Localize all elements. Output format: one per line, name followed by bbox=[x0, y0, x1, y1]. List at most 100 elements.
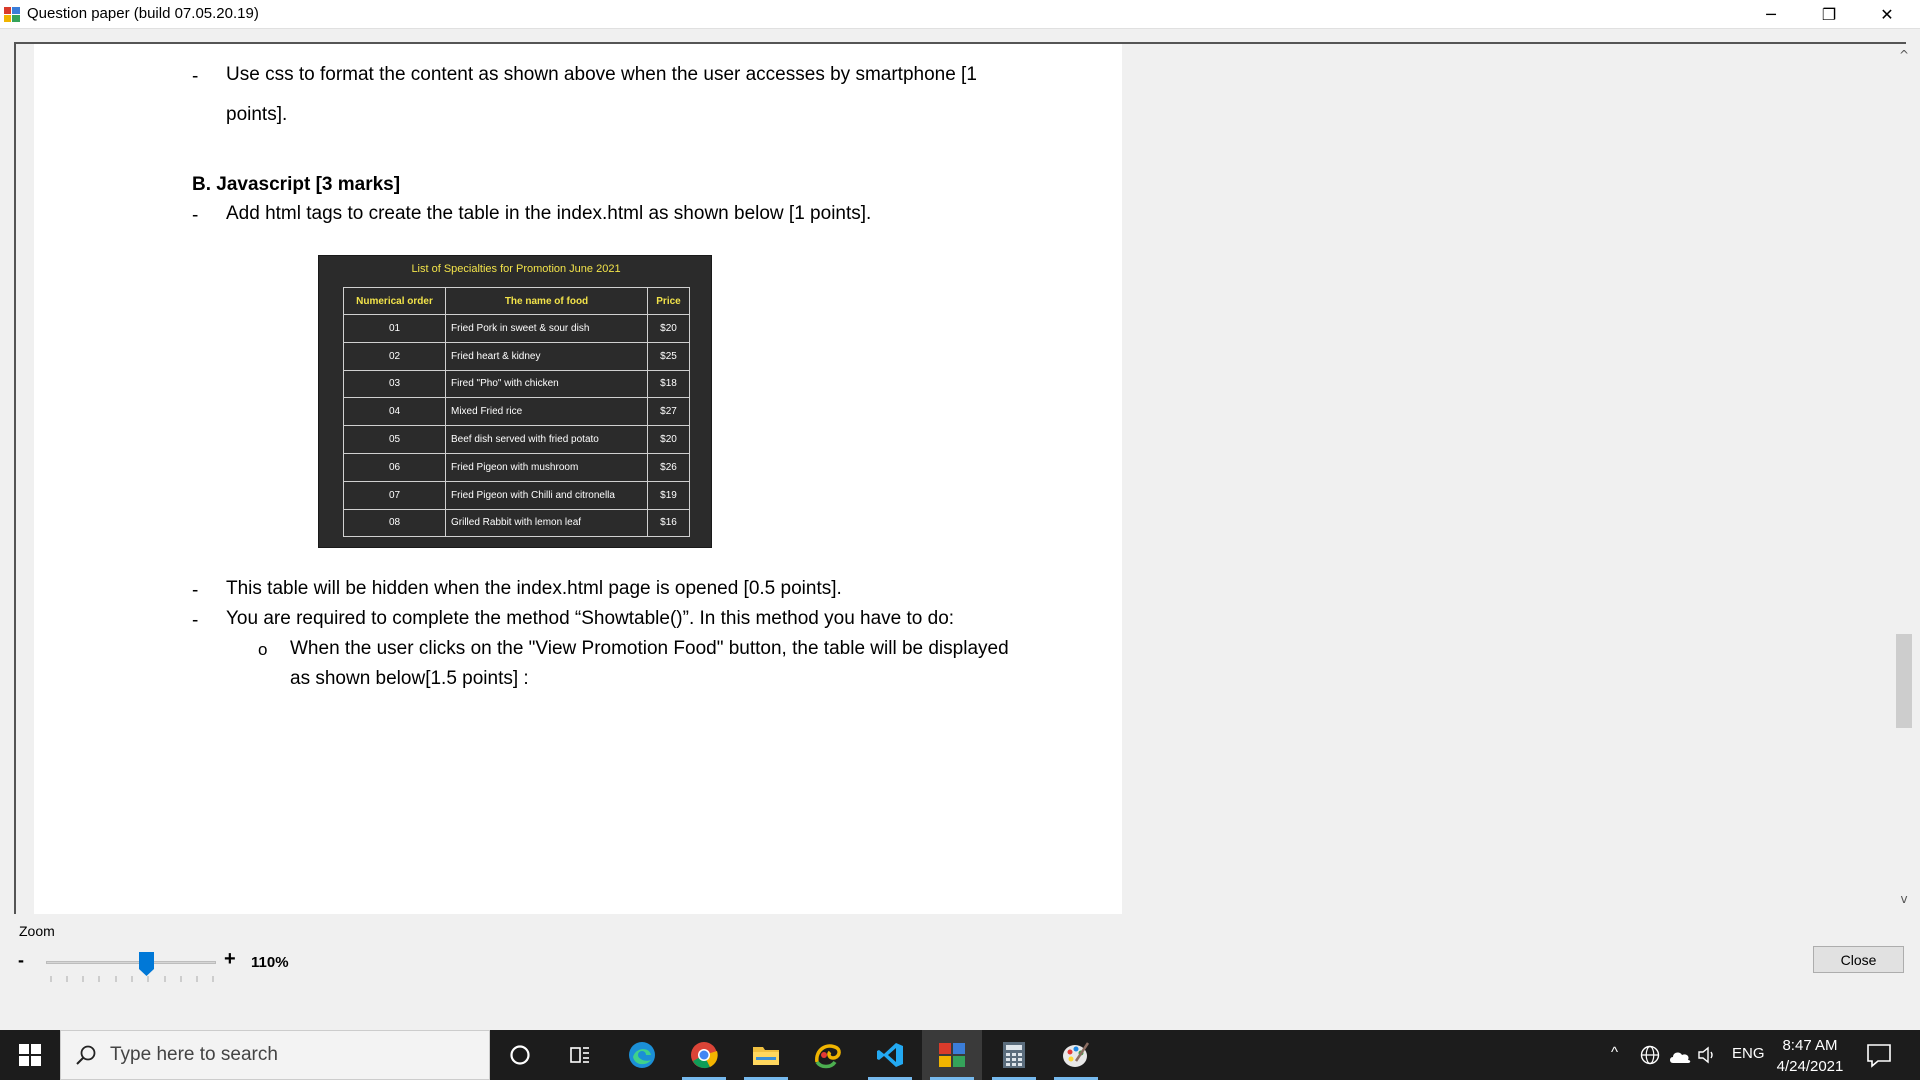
title-bar: Question paper (build 07.05.20.19) ─ ❐ ✕ bbox=[0, 0, 1920, 29]
windows-logo-icon bbox=[19, 1044, 41, 1066]
system-clock[interactable]: 8:47 AM 4/24/2021 bbox=[1760, 1035, 1860, 1077]
zoom-out-button[interactable]: - bbox=[18, 950, 24, 971]
cell-price: $20 bbox=[647, 314, 690, 343]
cell-price: $18 bbox=[647, 369, 690, 399]
cell-order: 01 bbox=[343, 314, 446, 343]
cell-food-name: Fried Pigeon with Chilli and citronella bbox=[445, 480, 648, 510]
zoom-slider-track[interactable] bbox=[46, 961, 216, 964]
paragraph-line: Use css to format the content as shown a… bbox=[226, 64, 977, 85]
zoom-label: Zoom bbox=[19, 923, 55, 939]
tray-overflow-icon[interactable]: ^ bbox=[1611, 1044, 1618, 1061]
cell-order: 05 bbox=[343, 425, 446, 454]
taskbar-app-file-explorer[interactable] bbox=[736, 1030, 796, 1080]
taskbar-app-question-paper[interactable] bbox=[922, 1030, 982, 1080]
task-view-button[interactable] bbox=[550, 1030, 610, 1080]
notification-icon[interactable] bbox=[1866, 1042, 1892, 1068]
cell-price: $27 bbox=[647, 397, 690, 427]
taskbar-app-paint[interactable] bbox=[1046, 1030, 1106, 1080]
table-row: 07 Fried Pigeon with Chilli and citronel… bbox=[343, 480, 690, 510]
bullet-dash: - bbox=[192, 66, 199, 87]
sub-bullet: o bbox=[258, 640, 268, 659]
taskbar: Type here to search ^ ENG 8:47 AM 4/24/2… bbox=[0, 1030, 1920, 1080]
section-heading: B. Javascript [3 marks] bbox=[192, 174, 401, 195]
cell-order: 06 bbox=[343, 452, 446, 482]
minimize-button[interactable]: ─ bbox=[1742, 0, 1800, 29]
scroll-thumb[interactable] bbox=[1896, 634, 1912, 728]
close-window-button[interactable]: ✕ bbox=[1858, 0, 1916, 29]
close-icon: ✕ bbox=[1880, 5, 1894, 24]
cell-price: $26 bbox=[647, 452, 690, 482]
bullet-dash: - bbox=[192, 205, 199, 226]
restore-button[interactable]: ❐ bbox=[1800, 0, 1858, 29]
cell-food-name: Mixed Fried rice bbox=[445, 397, 648, 427]
snagit-icon bbox=[815, 1044, 841, 1069]
chrome-icon bbox=[691, 1042, 718, 1069]
close-button[interactable]: Close bbox=[1813, 946, 1904, 973]
clock-date: 4/24/2021 bbox=[1776, 1058, 1844, 1075]
scroll-down-icon[interactable]: v bbox=[1894, 892, 1914, 906]
cell-price: $16 bbox=[647, 508, 690, 538]
network-globe-icon[interactable] bbox=[1640, 1045, 1660, 1065]
cortana-button[interactable] bbox=[490, 1030, 550, 1080]
clock-time: 8:47 AM bbox=[1782, 1037, 1838, 1054]
paragraph-line: as shown below[1.5 points] : bbox=[290, 668, 529, 689]
task-view-icon bbox=[570, 1047, 589, 1063]
cell-price: $19 bbox=[647, 480, 690, 510]
document-viewport[interactable]: - Use css to format the content as shown… bbox=[14, 42, 1914, 914]
taskbar-app-edge[interactable] bbox=[612, 1030, 672, 1080]
cell-order: 04 bbox=[343, 397, 446, 427]
cell-food-name: Fired "Pho" with chicken bbox=[445, 369, 648, 399]
zoom-slider-ticks bbox=[50, 976, 214, 982]
start-button[interactable] bbox=[0, 1030, 60, 1080]
paragraph-line: Add html tags to create the table in the… bbox=[226, 203, 872, 224]
table-row: 01 Fried Pork in sweet & sour dish $20 bbox=[343, 314, 690, 343]
cell-food-name: Beef dish served with fried potato bbox=[445, 425, 648, 454]
question-paper-icon bbox=[939, 1043, 965, 1067]
table-header-row: Numerical order The name of food Price bbox=[343, 287, 690, 315]
cell-food-name: Fried Pork in sweet & sour dish bbox=[445, 314, 648, 343]
table-figure: List of Specialties for Promotion June 2… bbox=[318, 255, 712, 548]
zoom-slider-thumb[interactable] bbox=[139, 952, 154, 976]
table-row: 05 Beef dish served with fried potato $2… bbox=[343, 425, 690, 454]
cell-food-name: Fried Pigeon with mushroom bbox=[445, 452, 648, 482]
minimize-icon: ─ bbox=[1766, 5, 1776, 24]
taskbar-search[interactable]: Type here to search bbox=[60, 1030, 490, 1080]
paragraph-line: You are required to complete the method … bbox=[226, 608, 955, 629]
taskbar-app-calculator[interactable] bbox=[984, 1030, 1044, 1080]
volume-icon[interactable] bbox=[1698, 1046, 1718, 1064]
table-row: 08 Grilled Rabbit with lemon leaf $16 bbox=[343, 508, 690, 538]
calculator-icon bbox=[1003, 1042, 1025, 1068]
vscode-icon bbox=[877, 1043, 903, 1067]
app-icon bbox=[4, 7, 20, 22]
onedrive-icon[interactable] bbox=[1668, 1047, 1692, 1065]
cell-order: 07 bbox=[343, 480, 446, 510]
search-icon bbox=[76, 1045, 96, 1065]
zoom-percent: 110% bbox=[251, 954, 289, 971]
cell-order: 02 bbox=[343, 341, 446, 371]
paint-icon bbox=[1063, 1042, 1090, 1067]
file-explorer-icon bbox=[753, 1047, 779, 1065]
figure-title: List of Specialties for Promotion June 2… bbox=[411, 263, 621, 275]
taskbar-app-chrome[interactable] bbox=[674, 1030, 734, 1080]
vertical-scrollbar[interactable]: ^ v bbox=[1894, 44, 1914, 914]
edge-icon bbox=[629, 1042, 655, 1068]
cell-price: $20 bbox=[647, 425, 690, 454]
paragraph-line: This table will be hidden when the index… bbox=[226, 578, 842, 599]
table-row: 03 Fired "Pho" with chicken $18 bbox=[343, 369, 690, 399]
paragraph-line: When the user clicks on the "View Promot… bbox=[290, 638, 1009, 659]
scroll-up-icon[interactable]: ^ bbox=[1894, 48, 1914, 62]
zoom-in-button[interactable]: + bbox=[224, 948, 236, 971]
search-placeholder: Type here to search bbox=[110, 1044, 278, 1065]
taskbar-app-vscode[interactable] bbox=[860, 1030, 920, 1080]
table-row: 06 Fried Pigeon with mushroom $26 bbox=[343, 452, 690, 482]
table-row: 02 Fried heart & kidney $25 bbox=[343, 341, 690, 371]
app-window: Question paper (build 07.05.20.19) ─ ❐ ✕… bbox=[0, 0, 1920, 1080]
cortana-icon bbox=[510, 1045, 530, 1065]
cell-order: 08 bbox=[343, 508, 446, 538]
cell-order: 03 bbox=[343, 369, 446, 399]
table-row: 04 Mixed Fried rice $27 bbox=[343, 397, 690, 427]
bullet-dash: - bbox=[192, 580, 199, 601]
taskbar-app-snagit[interactable] bbox=[798, 1030, 858, 1080]
cell-food-name: Grilled Rabbit with lemon leaf bbox=[445, 508, 648, 538]
bullet-dash: - bbox=[192, 610, 199, 631]
